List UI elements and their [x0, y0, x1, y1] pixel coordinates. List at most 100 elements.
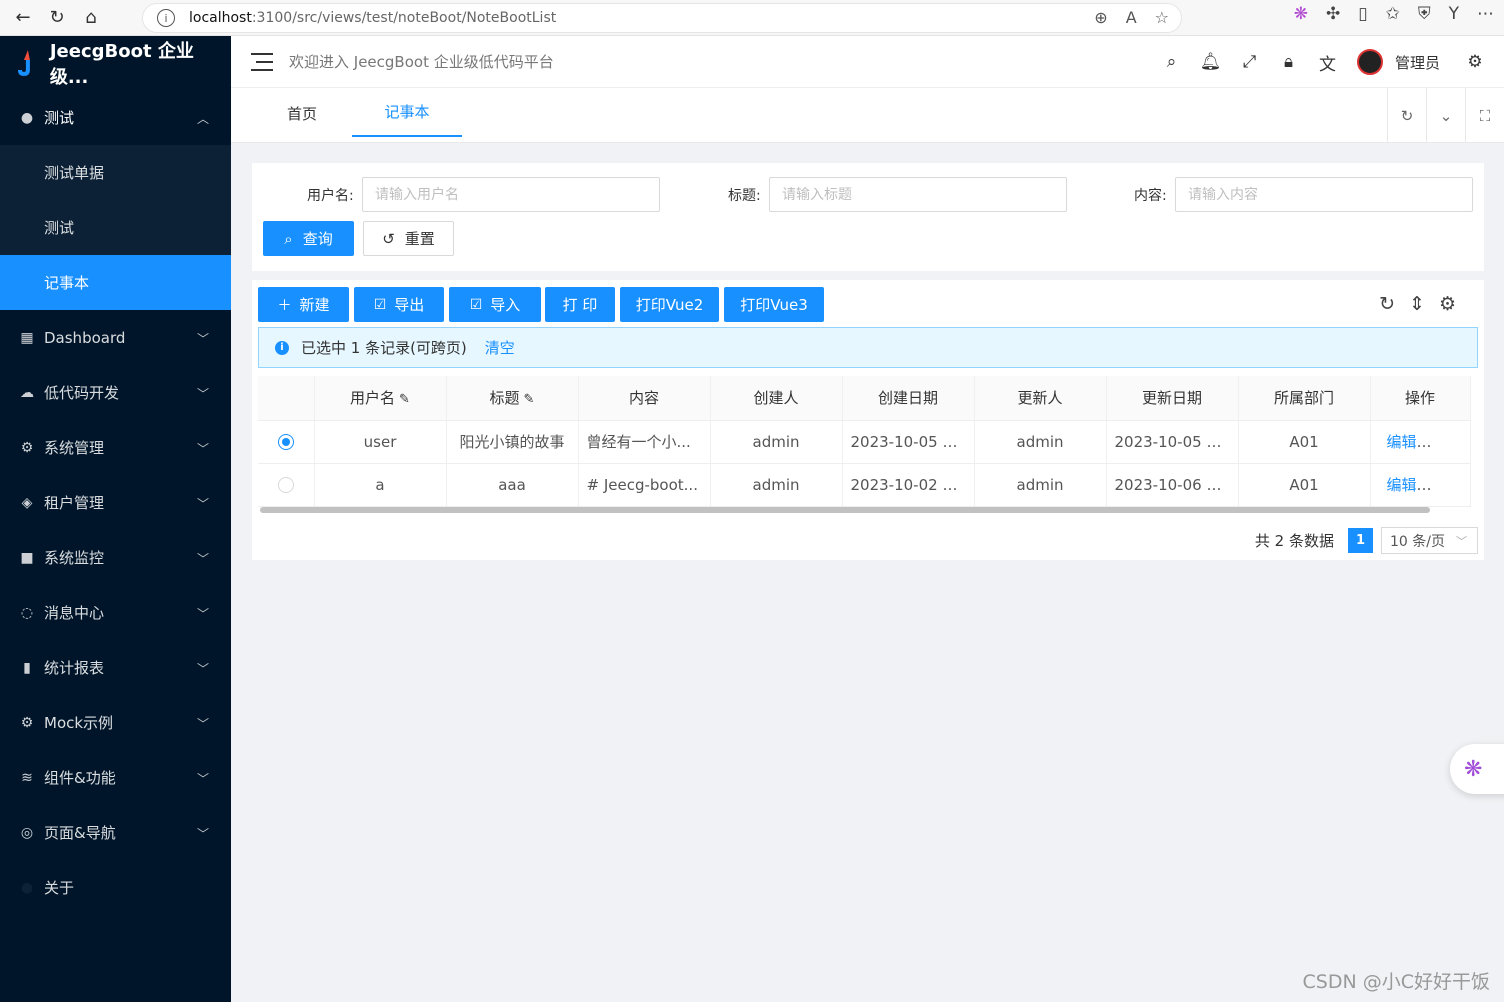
- more-link[interactable]: 更多: [1433, 476, 1463, 494]
- print-vue3-label: 打印Vue3: [740, 296, 808, 314]
- search-icon[interactable]: ⌕: [1152, 52, 1191, 72]
- extension-y-icon[interactable]: Y: [1449, 4, 1459, 24]
- puzzle-icon[interactable]: ✣: [1326, 4, 1340, 24]
- user-name[interactable]: 管理员: [1395, 52, 1440, 73]
- submenu-item-test[interactable]: 测试: [0, 200, 231, 255]
- cell-username: user: [314, 420, 447, 464]
- cell-create-by: admin: [710, 463, 843, 507]
- query-button[interactable]: ⌕ 查询: [263, 221, 354, 256]
- print-vue3-button[interactable]: 打印Vue3: [724, 287, 824, 322]
- chevron-down-icon: ﹀: [196, 332, 209, 346]
- fold-fullscreen-icon[interactable]: ⛶: [1465, 88, 1504, 143]
- favorites-icon[interactable]: ✩: [1386, 4, 1400, 24]
- fullscreen-icon[interactable]: ⤢: [1230, 52, 1269, 72]
- row-radio[interactable]: [277, 434, 294, 450]
- menu-tenant[interactable]: ◈ 租户管理 ﹀: [0, 475, 231, 530]
- column-height-icon[interactable]: ⇕: [1409, 293, 1425, 315]
- lock-icon[interactable]: 🔒︎: [1269, 52, 1308, 72]
- chrome-icon: ◎: [20, 824, 34, 841]
- horizontal-scrollbar[interactable]: [260, 507, 1430, 513]
- settings-gear-icon[interactable]: ⚙: [1464, 52, 1486, 72]
- avatar[interactable]: [1356, 49, 1383, 75]
- home-icon[interactable]: ⌂: [74, 3, 108, 33]
- menu-system[interactable]: ⚙ 系统管理 ﹀: [0, 420, 231, 475]
- column-header[interactable]: 标题 ✎: [446, 376, 579, 421]
- reset-button[interactable]: ↺ 重置: [363, 221, 454, 256]
- menu-lowcode[interactable]: ☁ 低代码开发 ﹀: [0, 365, 231, 420]
- print-button[interactable]: 打 印: [545, 287, 615, 322]
- edit-icon: ✎: [399, 392, 410, 408]
- tabs-bar: 首页 记事本 ↻ ⌄ ⛶: [231, 88, 1504, 143]
- refresh-tab-icon[interactable]: ↻: [1387, 88, 1426, 143]
- table-row[interactable]: user 阳光小镇的故事 曾经有一个小... admin 2023-10-05 …: [258, 420, 1471, 464]
- clear-selection-link[interactable]: 清空: [485, 337, 515, 358]
- zoom-icon[interactable]: ⊕: [1094, 8, 1107, 27]
- reload-table-icon[interactable]: ↻: [1379, 293, 1395, 315]
- menu-pages[interactable]: ◎ 页面&导航 ﹀: [0, 805, 231, 860]
- menu-mock[interactable]: ⚙ Mock示例 ﹀: [0, 695, 231, 750]
- favorite-star-icon[interactable]: ☆: [1155, 8, 1169, 27]
- page-size-select[interactable]: 10 条/页 ﹀: [1381, 527, 1478, 554]
- column-header[interactable]: 创建人: [710, 376, 843, 421]
- column-settings-icon[interactable]: ⚙: [1439, 293, 1456, 315]
- jeecg-logo-icon: [17, 50, 30, 76]
- reload-icon[interactable]: ↻: [40, 3, 74, 33]
- welcome-text: 欢迎进入 JeecgBoot 企业级低代码平台: [289, 53, 554, 71]
- column-header[interactable]: 创建日期: [842, 376, 975, 421]
- column-header[interactable]: 更新人: [974, 376, 1107, 421]
- tab-dropdown-icon[interactable]: ⌄: [1426, 88, 1465, 143]
- add-button[interactable]: ＋ 新建: [258, 287, 349, 322]
- menu-dashboard[interactable]: ▦ Dashboard ﹀: [0, 310, 231, 365]
- bell-icon[interactable]: 🔔︎: [1191, 52, 1230, 72]
- content-input[interactable]: [1175, 177, 1473, 212]
- more-link[interactable]: 更多: [1433, 433, 1463, 451]
- column-header[interactable]: 用户名 ✎: [314, 376, 447, 421]
- menu-monitor[interactable]: ■ 系统监控 ﹀: [0, 530, 231, 585]
- browser-toolbar: ← ↻ ⌂ i localhost :3100/src/views/test/n…: [0, 0, 1504, 36]
- reset-label: 重置: [404, 230, 435, 248]
- row-select-cell[interactable]: [258, 420, 315, 464]
- column-label: 用户名: [350, 389, 396, 408]
- column-header[interactable]: 内容: [578, 376, 711, 421]
- info-icon[interactable]: i: [157, 9, 175, 27]
- address-bar[interactable]: i localhost :3100/src/views/test/noteBoo…: [142, 3, 1182, 33]
- split-screen-icon[interactable]: ▯: [1358, 4, 1367, 24]
- tab-notebook[interactable]: 记事本: [352, 88, 462, 137]
- menu-report[interactable]: ▮ 统计报表 ﹀: [0, 640, 231, 695]
- page-1-button[interactable]: 1: [1348, 528, 1373, 553]
- extension-icon[interactable]: ❋: [1294, 4, 1308, 24]
- tab-home[interactable]: 首页: [252, 88, 352, 138]
- edit-link[interactable]: 编辑: [1387, 476, 1417, 494]
- translate-icon[interactable]: 文: [1308, 50, 1347, 75]
- print-vue2-button[interactable]: 打印Vue2: [620, 287, 719, 322]
- menu-fold-icon[interactable]: [251, 52, 273, 71]
- menu-message[interactable]: ◌ 消息中心 ﹀: [0, 585, 231, 640]
- plus-icon: ＋: [277, 297, 292, 314]
- import-button[interactable]: ☑ 导入: [449, 287, 541, 322]
- chevron-up-icon: ︿: [196, 112, 209, 126]
- username-input[interactable]: [362, 177, 660, 212]
- top-header: 欢迎进入 JeecgBoot 企业级低代码平台 ⌕ 🔔︎ ⤢ 🔒︎ 文 管理员 …: [231, 36, 1504, 88]
- submenu-item-notebook[interactable]: 记事本: [0, 255, 231, 310]
- logo[interactable]: JeecgBoot 企业级...: [0, 36, 231, 90]
- title-input[interactable]: [769, 177, 1067, 212]
- shield-extension-icon[interactable]: ⛨: [1418, 4, 1431, 24]
- row-select-cell[interactable]: [258, 463, 315, 507]
- export-button[interactable]: ☑ 导出: [354, 287, 444, 322]
- menu-test[interactable]: ● 测试 ︿: [0, 90, 231, 145]
- menu-components[interactable]: ≋ 组件&功能 ﹀: [0, 750, 231, 805]
- column-header[interactable]: 更新日期: [1106, 376, 1239, 421]
- layers-icon: ≋: [21, 769, 33, 786]
- cell-content: 曾经有一个小...: [578, 420, 711, 464]
- column-header[interactable]: 所属部门: [1238, 376, 1371, 421]
- menu-about[interactable]: ● 关于: [0, 860, 231, 915]
- menu-label: 组件&功能: [44, 769, 116, 787]
- more-icon[interactable]: ⋯: [1477, 4, 1494, 24]
- back-icon[interactable]: ←: [6, 3, 40, 33]
- table-row[interactable]: a aaa # Jeecg-boot... admin 2023-10-02 1…: [258, 463, 1471, 507]
- read-aloud-icon[interactable]: A: [1126, 8, 1137, 27]
- row-radio[interactable]: [277, 477, 294, 493]
- submenu-item-test-doc[interactable]: 测试单据: [0, 145, 231, 200]
- ai-assistant-icon[interactable]: ❋: [1450, 744, 1504, 794]
- edit-link[interactable]: 编辑: [1387, 433, 1417, 451]
